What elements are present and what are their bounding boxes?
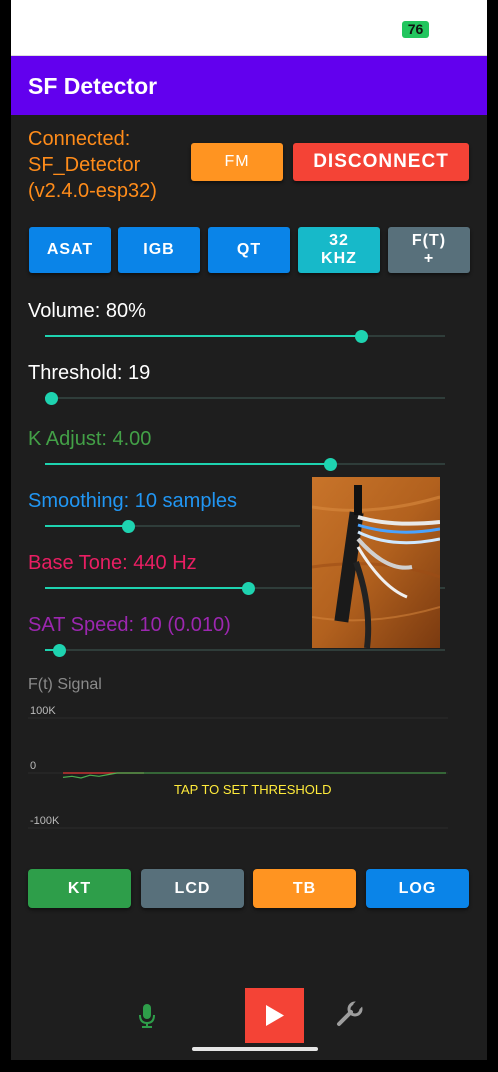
slider-label: K Adjust: 4.00 xyxy=(28,428,152,450)
lcd-button[interactable]: LCD xyxy=(141,869,244,908)
mode-button-32-khz[interactable]: 32 KHZ xyxy=(298,227,380,273)
y-tick-label: 0 xyxy=(30,760,36,772)
slider-fill xyxy=(45,587,248,589)
slider-thumb[interactable] xyxy=(45,392,58,405)
status-bar: 76 xyxy=(11,0,487,56)
slider-label: Base Tone: 440 Hz xyxy=(28,552,197,574)
play-button[interactable] xyxy=(245,988,304,1043)
slider-fill xyxy=(45,335,361,337)
log-button[interactable]: LOG xyxy=(366,869,469,908)
app-screen: 76 SF Detector Connected: SF_Detector (v… xyxy=(11,0,487,1060)
play-icon xyxy=(266,1005,284,1026)
slider-fill xyxy=(45,463,330,465)
connection-line: SF_Detector xyxy=(28,154,141,176)
slider-thumb[interactable] xyxy=(355,330,368,343)
connection-status: Connected: SF_Detector (v2.4.0-esp32) xyxy=(28,126,157,204)
mode-button-asat[interactable]: ASAT xyxy=(29,227,111,273)
slider-label: Threshold: 19 xyxy=(28,362,151,384)
device-photo xyxy=(312,477,440,648)
y-tick-label: -100K xyxy=(30,815,60,827)
mode-button-qt[interactable]: QT xyxy=(208,227,290,273)
slider-thumb[interactable] xyxy=(53,644,66,657)
series-line-1 xyxy=(62,772,144,779)
y-tick-label: 100K xyxy=(30,705,56,717)
slider-track[interactable] xyxy=(45,649,445,651)
kt-button[interactable]: KT xyxy=(28,869,131,908)
slider-label: SAT Speed: 10 (0.010) xyxy=(28,614,231,636)
chart-title: F(t) Signal xyxy=(28,676,102,693)
slider-label: Smoothing: 10 samples xyxy=(28,490,238,512)
connection-line: (v2.4.0-esp32) xyxy=(28,180,157,202)
mode-button-igb[interactable]: IGB xyxy=(118,227,200,273)
mode-button-f-t[interactable]: F(T) + xyxy=(388,227,470,273)
tap-hint: TAP TO SET THRESHOLD xyxy=(174,782,332,797)
battery-indicator: 76 xyxy=(402,21,429,38)
slider-fill xyxy=(45,525,128,527)
app-bar: SF Detector xyxy=(11,56,487,115)
slider-thumb[interactable] xyxy=(242,582,255,595)
slider-thumb[interactable] xyxy=(122,520,135,533)
tb-button[interactable]: TB xyxy=(253,869,356,908)
slider-track[interactable] xyxy=(45,397,445,399)
signal-chart[interactable]: 100K 0 -100K xyxy=(28,703,448,838)
fm-button[interactable]: FM xyxy=(191,143,283,181)
slider-label: Volume: 80% xyxy=(28,300,146,322)
disconnect-button[interactable]: DISCONNECT xyxy=(293,143,469,181)
mic-icon[interactable] xyxy=(138,1003,156,1029)
wrench-icon[interactable] xyxy=(335,1000,365,1030)
app-title: SF Detector xyxy=(28,73,158,99)
home-indicator[interactable] xyxy=(192,1047,318,1051)
slider-thumb[interactable] xyxy=(324,458,337,471)
connection-line: Connected: xyxy=(28,128,131,150)
